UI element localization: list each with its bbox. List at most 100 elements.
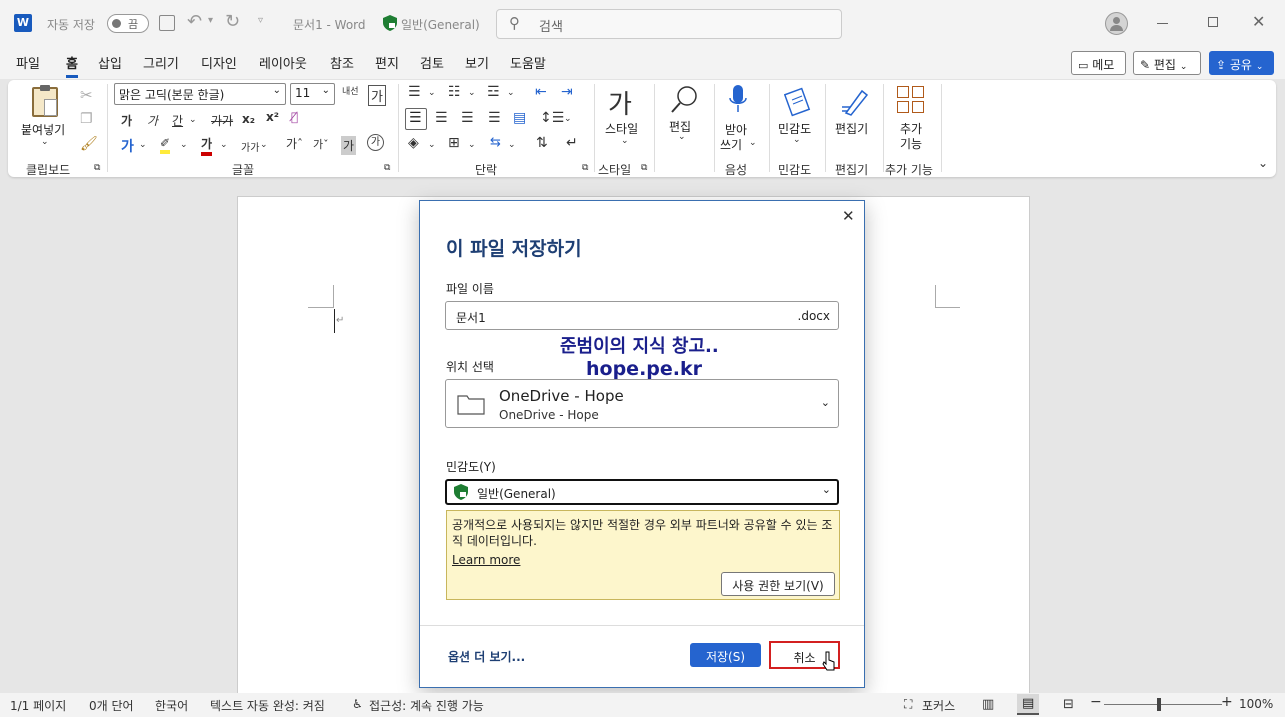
tab-view[interactable]: 보기 <box>465 53 489 72</box>
close-icon[interactable]: ✕ <box>1252 12 1265 31</box>
clipboard-launcher-icon[interactable]: ⧉ <box>94 163 100 173</box>
highlight-icon[interactable]: ✐ <box>160 136 171 154</box>
chevron-down-icon[interactable]: ⌄ <box>468 88 476 98</box>
increase-indent-icon[interactable]: ⇥ <box>561 84 573 100</box>
clear-formatting-icon[interactable]: 가̸ <box>291 110 298 124</box>
chevron-down-icon[interactable]: ⌄ <box>428 88 436 98</box>
shading-icon[interactable]: ◈ <box>408 135 419 151</box>
distributed-icon[interactable]: ▤ <box>513 110 526 126</box>
microphone-icon[interactable] <box>729 85 747 117</box>
chevron-down-icon[interactable]: ⌄ <box>139 140 147 150</box>
bold-icon[interactable]: 가 <box>121 112 132 129</box>
redo-icon[interactable]: ↻ <box>225 11 240 32</box>
show-marks-icon[interactable]: ↵ <box>566 135 578 151</box>
autosave-toggle[interactable]: 끔 <box>107 14 149 33</box>
web-layout-icon[interactable]: ⊟ <box>1063 697 1074 712</box>
change-case-icon[interactable]: 내선 <box>342 84 359 97</box>
chevron-down-icon[interactable]: ⌄ <box>220 140 228 150</box>
asian-layout-icon[interactable]: ⇆ <box>490 135 501 150</box>
customize-qat-icon[interactable]: ▿ <box>258 15 263 26</box>
sensitivity-icon[interactable] <box>784 85 812 117</box>
character-shading-icon[interactable]: 가 <box>341 136 357 155</box>
chevron-down-icon[interactable]: ⌄ <box>260 140 268 150</box>
filename-input[interactable]: 문서1 .docx <box>445 301 839 330</box>
location-select[interactable]: OneDrive - Hope OneDrive - Hope ⌄ <box>445 379 839 428</box>
zoom-in-icon[interactable]: + <box>1221 694 1233 710</box>
paragraph-launcher-icon[interactable]: ⧉ <box>582 163 588 173</box>
copy-icon[interactable]: ❐ <box>80 111 93 127</box>
save-button[interactable]: 저장(S) <box>690 643 761 667</box>
subscript-icon[interactable]: x₂ <box>242 112 255 126</box>
accessibility-icon[interactable]: ♿ <box>352 697 363 711</box>
borders-icon[interactable]: ⊞ <box>448 135 460 151</box>
grow-font-icon[interactable]: 가ˆ <box>286 135 303 152</box>
line-spacing-icon[interactable]: ↕☰ <box>540 110 564 126</box>
align-right-icon[interactable]: ☰ <box>461 110 474 126</box>
zoom-slider-track[interactable] <box>1104 704 1222 705</box>
tab-file[interactable]: 파일 <box>16 53 40 72</box>
chevron-down-icon[interactable]: ⌄ <box>189 115 197 125</box>
addins-grid-icon[interactable] <box>897 86 925 114</box>
paste-dropdown-icon[interactable]: ⌄ <box>41 137 49 147</box>
undo-icon[interactable]: ↶ <box>187 11 202 32</box>
maximize-icon[interactable] <box>1208 17 1218 27</box>
page-count[interactable]: 1/1 페이지 <box>10 697 66 714</box>
paste-button-label[interactable]: 붙여넣기 <box>21 121 65 138</box>
learn-more-link[interactable]: Learn more <box>452 553 520 567</box>
chevron-down-icon[interactable]: ⌄ <box>507 88 515 98</box>
styles-icon[interactable]: 가 <box>608 84 632 121</box>
italic-icon[interactable]: 가 <box>147 112 158 129</box>
share-button[interactable]: ⇪ 공유 ⌄ <box>1209 51 1274 75</box>
minimize-icon[interactable] <box>1157 23 1168 24</box>
word-count[interactable]: 0개 단어 <box>89 697 134 714</box>
ribbon-collapse-chevron-icon[interactable]: ⌄ <box>1258 156 1268 170</box>
tab-design[interactable]: 디자인 <box>201 53 237 72</box>
sensitivity-select[interactable]: 일반(General) ⌄ <box>445 479 839 505</box>
strikethrough-icon[interactable]: 가가 <box>211 112 233 129</box>
chevron-down-icon[interactable]: ⌄ <box>621 136 629 146</box>
editor-pen-icon[interactable] <box>840 85 870 117</box>
view-permissions-button[interactable]: 사용 권한 보기(V) <box>721 572 835 596</box>
chevron-down-icon[interactable]: ⌄ <box>749 138 757 148</box>
find-magnifier-icon[interactable] <box>670 84 700 116</box>
font-color-icon[interactable]: 가 <box>201 135 213 156</box>
bullets-icon[interactable]: ☰ <box>408 84 421 100</box>
align-left-button[interactable]: ☰ <box>405 108 427 130</box>
account-avatar[interactable] <box>1105 12 1128 35</box>
cut-icon[interactable]: ✂ <box>80 86 93 104</box>
more-options-link[interactable]: 옵션 더 보기... <box>448 648 525 665</box>
paste-icon[interactable] <box>32 85 58 117</box>
align-center-icon[interactable]: ☰ <box>435 110 448 126</box>
accessibility-status[interactable]: 접근성: 계속 진행 가능 <box>369 697 484 714</box>
editing-mode-button[interactable]: ✎ 편집 ⌄ <box>1133 51 1201 75</box>
underline-icon[interactable]: 간 <box>172 112 183 129</box>
tab-references[interactable]: 참조 <box>330 53 354 72</box>
zoom-out-icon[interactable]: − <box>1090 694 1102 710</box>
format-painter-icon[interactable]: 🖌 <box>80 136 98 152</box>
chevron-down-icon[interactable]: ⌄ <box>508 140 516 150</box>
zoom-level[interactable]: 100% <box>1239 697 1273 711</box>
font-name-select[interactable]: 맑은 고딕(본문 한글) ⌄ <box>114 83 286 105</box>
addins-label-line2[interactable]: 기능 <box>900 135 922 152</box>
phonetic-guide-icon[interactable]: 가 <box>368 85 386 106</box>
decrease-indent-icon[interactable]: ⇤ <box>535 84 547 100</box>
editor-button-label[interactable]: 편집기 <box>835 120 868 137</box>
multilevel-list-icon[interactable]: ☲ <box>487 84 500 100</box>
dialog-close-icon[interactable]: ✕ <box>842 207 855 225</box>
tab-draw[interactable]: 그리기 <box>143 53 179 72</box>
tab-layout[interactable]: 레이아웃 <box>259 53 307 72</box>
dictate-label-line2[interactable]: 쓰기 <box>720 136 742 153</box>
undo-dropdown-icon[interactable]: ▾ <box>208 15 213 26</box>
sort-icon[interactable]: ⇅ <box>536 135 548 151</box>
print-layout-button[interactable]: ▤ <box>1017 694 1039 715</box>
tab-mailings[interactable]: 편지 <box>375 53 399 72</box>
numbering-icon[interactable]: ☷ <box>448 84 461 100</box>
shrink-font-icon[interactable]: 가ˇ <box>313 136 329 152</box>
chevron-down-icon[interactable]: ⌄ <box>428 140 436 150</box>
focus-mode-label[interactable]: 포커스 <box>922 697 955 714</box>
styles-button-label[interactable]: 스타일 <box>605 120 638 137</box>
justify-icon[interactable]: ☰ <box>488 110 501 126</box>
font-launcher-icon[interactable]: ⧉ <box>384 163 390 173</box>
tab-review[interactable]: 검토 <box>420 53 444 72</box>
font-size-select[interactable]: 11 ⌄ <box>290 83 335 105</box>
